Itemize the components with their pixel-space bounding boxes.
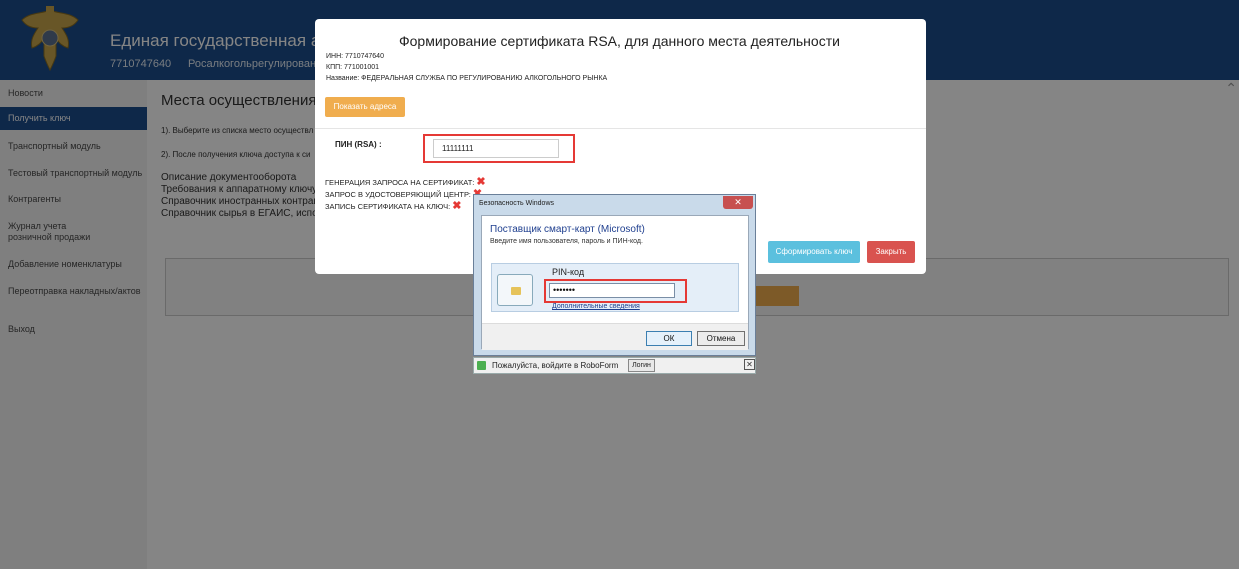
modal-divider: [315, 128, 926, 129]
win-close-icon[interactable]: ✕: [723, 196, 753, 209]
win-dialog-body: Поставщик смарт-карт (Microsoft) Введите…: [481, 215, 749, 350]
modal-title: Формирование сертификата RSA, для данног…: [399, 33, 840, 49]
smart-card-provider-heading: Поставщик смарт-карт (Microsoft): [490, 224, 645, 235]
generate-key-button[interactable]: Сформировать ключ: [768, 241, 860, 263]
modal-org-name: Название: ФЕДЕРАЛЬНАЯ СЛУЖБА ПО РЕГУЛИРО…: [326, 75, 608, 82]
pin-code-label: PIN-код: [552, 267, 585, 277]
win-dialog-title: Безопасность Windows: [479, 200, 554, 207]
roboform-icon: [477, 361, 486, 370]
status-label: ГЕНЕРАЦИЯ ЗАПРОСА НА СЕРТИФИКАТ:: [325, 178, 475, 187]
win-dialog-subtitle: Введите имя пользователя, пароль и ПИН-к…: [490, 238, 643, 245]
win-pin-input[interactable]: •••••••: [549, 283, 675, 298]
modal-kpp: КПП: 771001001: [326, 64, 380, 71]
pin-rsa-input[interactable]: 11111111: [433, 139, 559, 158]
roboform-close-icon[interactable]: ✕: [744, 359, 755, 370]
ok-button[interactable]: ОК: [646, 331, 692, 346]
error-x-icon: ✖: [452, 200, 462, 212]
cancel-button[interactable]: Отмена: [697, 331, 745, 346]
pin-rsa-label: ПИН (RSA) :: [335, 140, 382, 149]
status-label: ЗАПИСЬ СЕРТИФИКАТА НА КЛЮЧ:: [325, 202, 451, 211]
roboform-bar: Пожалуйста, войдите в RoboForm Логин ✕: [473, 357, 756, 374]
roboform-message: Пожалуйста, войдите в RoboForm: [492, 361, 619, 370]
windows-security-dialog: Безопасность Windows ✕ Поставщик смарт-к…: [473, 194, 756, 356]
more-info-link[interactable]: Дополнительные сведения: [552, 303, 640, 310]
roboform-login-button[interactable]: Логин: [628, 359, 655, 372]
close-modal-button[interactable]: Закрыть: [867, 241, 915, 263]
smart-card-icon: [497, 274, 533, 306]
show-addresses-button[interactable]: Показать адреса: [325, 97, 405, 117]
modal-inn: ИНН: 7710747640: [326, 53, 384, 60]
status-label: ЗАПРОС В УДОСТОВЕРЯЮЩИЙ ЦЕНТР:: [325, 190, 471, 199]
status-write-certificate: ЗАПИСЬ СЕРТИФИКАТА НА КЛЮЧ: ✖: [325, 199, 461, 212]
